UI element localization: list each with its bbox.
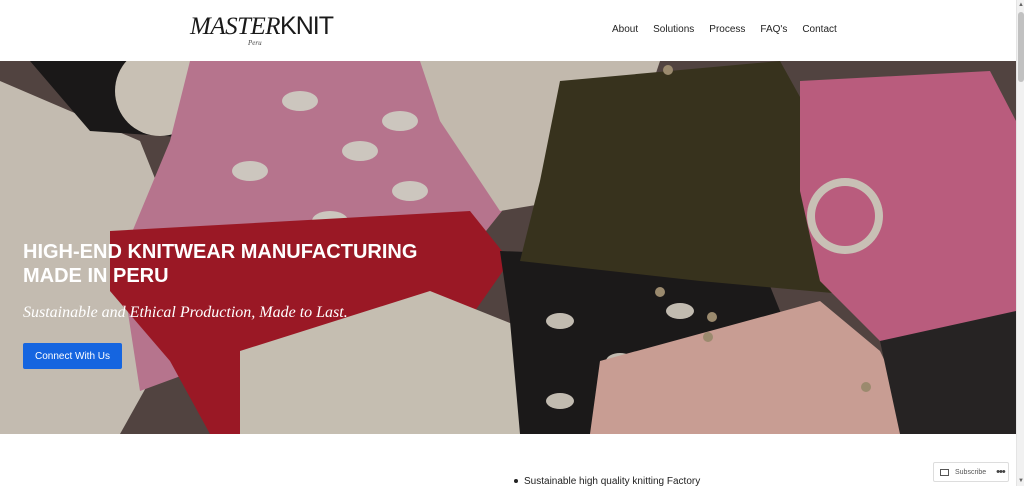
subscribe-button[interactable]: Subscribe — [955, 469, 986, 476]
nav-process[interactable]: Process — [709, 24, 745, 35]
hero-title-line2: MADE IN PERU — [23, 265, 169, 287]
hero-banner: HIGH-END KNITWEAR MANUFACTURING MADE IN … — [0, 61, 1016, 434]
logo-wordmark: MASTERKNIT — [190, 12, 334, 40]
page-scrollbar[interactable]: ▲ ▼ — [1016, 0, 1024, 486]
logo-subtitle: Peru — [248, 39, 262, 47]
scroll-up-arrow-icon[interactable]: ▲ — [1018, 2, 1024, 8]
list-item-text: Sustainable high quality knitting Factor… — [524, 476, 701, 486]
scroll-thumb[interactable] — [1018, 12, 1024, 82]
hero-title: HIGH-END KNITWEAR MANUFACTURING MADE IN … — [23, 240, 483, 288]
more-options-icon[interactable]: ••• — [996, 466, 1006, 478]
subscribe-widget: Subscribe ••• — [933, 462, 1009, 482]
connect-button[interactable]: Connect With Us — [23, 343, 122, 369]
hero-subtitle: Sustainable and Ethical Production, Made… — [23, 304, 348, 321]
list-item: Sustainable high quality knitting Factor… — [514, 476, 700, 486]
scroll-down-arrow-icon[interactable]: ▼ — [1018, 478, 1024, 484]
nav-solutions[interactable]: Solutions — [653, 24, 694, 35]
site-header: MASTERKNIT Peru About Solutions Process … — [0, 0, 1016, 61]
nav-faqs[interactable]: FAQ's — [760, 24, 787, 35]
hero-title-line1: HIGH-END KNITWEAR MANUFACTURING — [23, 241, 418, 263]
subscribe-icon[interactable] — [940, 468, 949, 476]
site-logo[interactable]: MASTERKNIT Peru — [190, 12, 334, 48]
bullet-icon — [514, 479, 518, 484]
main-nav: About Solutions Process FAQ's Contact — [612, 24, 852, 35]
nav-about[interactable]: About — [612, 24, 638, 35]
nav-contact[interactable]: Contact — [802, 24, 836, 35]
